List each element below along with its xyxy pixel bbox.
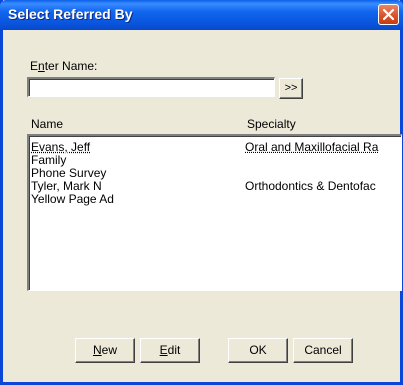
- edit-button[interactable]: Edit: [140, 338, 200, 363]
- ok-button-label: OK: [249, 343, 267, 357]
- search-go-label: >>: [284, 82, 298, 94]
- list-item-name: Phone Survey: [31, 166, 107, 180]
- search-go-button[interactable]: >>: [279, 78, 303, 99]
- close-icon: [382, 8, 395, 21]
- edit-button-accesskey: E: [159, 343, 168, 357]
- enter-name-label: Enter Name:: [30, 59, 97, 73]
- new-button-accesskey: N: [92, 343, 102, 357]
- column-header-specialty: Specialty: [247, 117, 296, 131]
- column-header-name: Name: [31, 117, 64, 131]
- list-item-specialty: Orthodontics & Dentofac: [245, 180, 376, 192]
- list-item-specialty: Oral and Maxillofacial Ra: [245, 141, 379, 153]
- name-search-input[interactable]: [27, 77, 275, 97]
- select-referred-by-dialog: Select Referred By Enter Name: >> Name S…: [0, 0, 403, 385]
- close-button[interactable]: [378, 4, 399, 25]
- new-button[interactable]: New: [75, 338, 135, 363]
- list-item-name: Evans, Jeff: [31, 140, 91, 154]
- enter-name-label-prefix: E: [30, 59, 39, 73]
- referral-source-list[interactable]: Evans, Jeff Oral and Maxillofacial Ra Fa…: [27, 134, 402, 291]
- list-item-name: Tyler, Mark N: [31, 179, 102, 193]
- window-title: Select Referred By: [8, 6, 133, 22]
- ok-button[interactable]: OK: [228, 338, 288, 363]
- cancel-button[interactable]: Cancel: [293, 338, 353, 363]
- cancel-button-label: Cancel: [304, 343, 342, 357]
- edit-button-label: dit: [167, 343, 181, 357]
- list-item-name: Yellow Page Ad: [31, 192, 114, 206]
- new-button-label: ew: [101, 343, 117, 357]
- enter-name-label-accesskey: n: [38, 59, 45, 73]
- list-item-name: Family: [31, 153, 67, 167]
- enter-name-label-suffix: ter Name:: [44, 59, 98, 73]
- title-bar[interactable]: Select Referred By: [0, 0, 403, 30]
